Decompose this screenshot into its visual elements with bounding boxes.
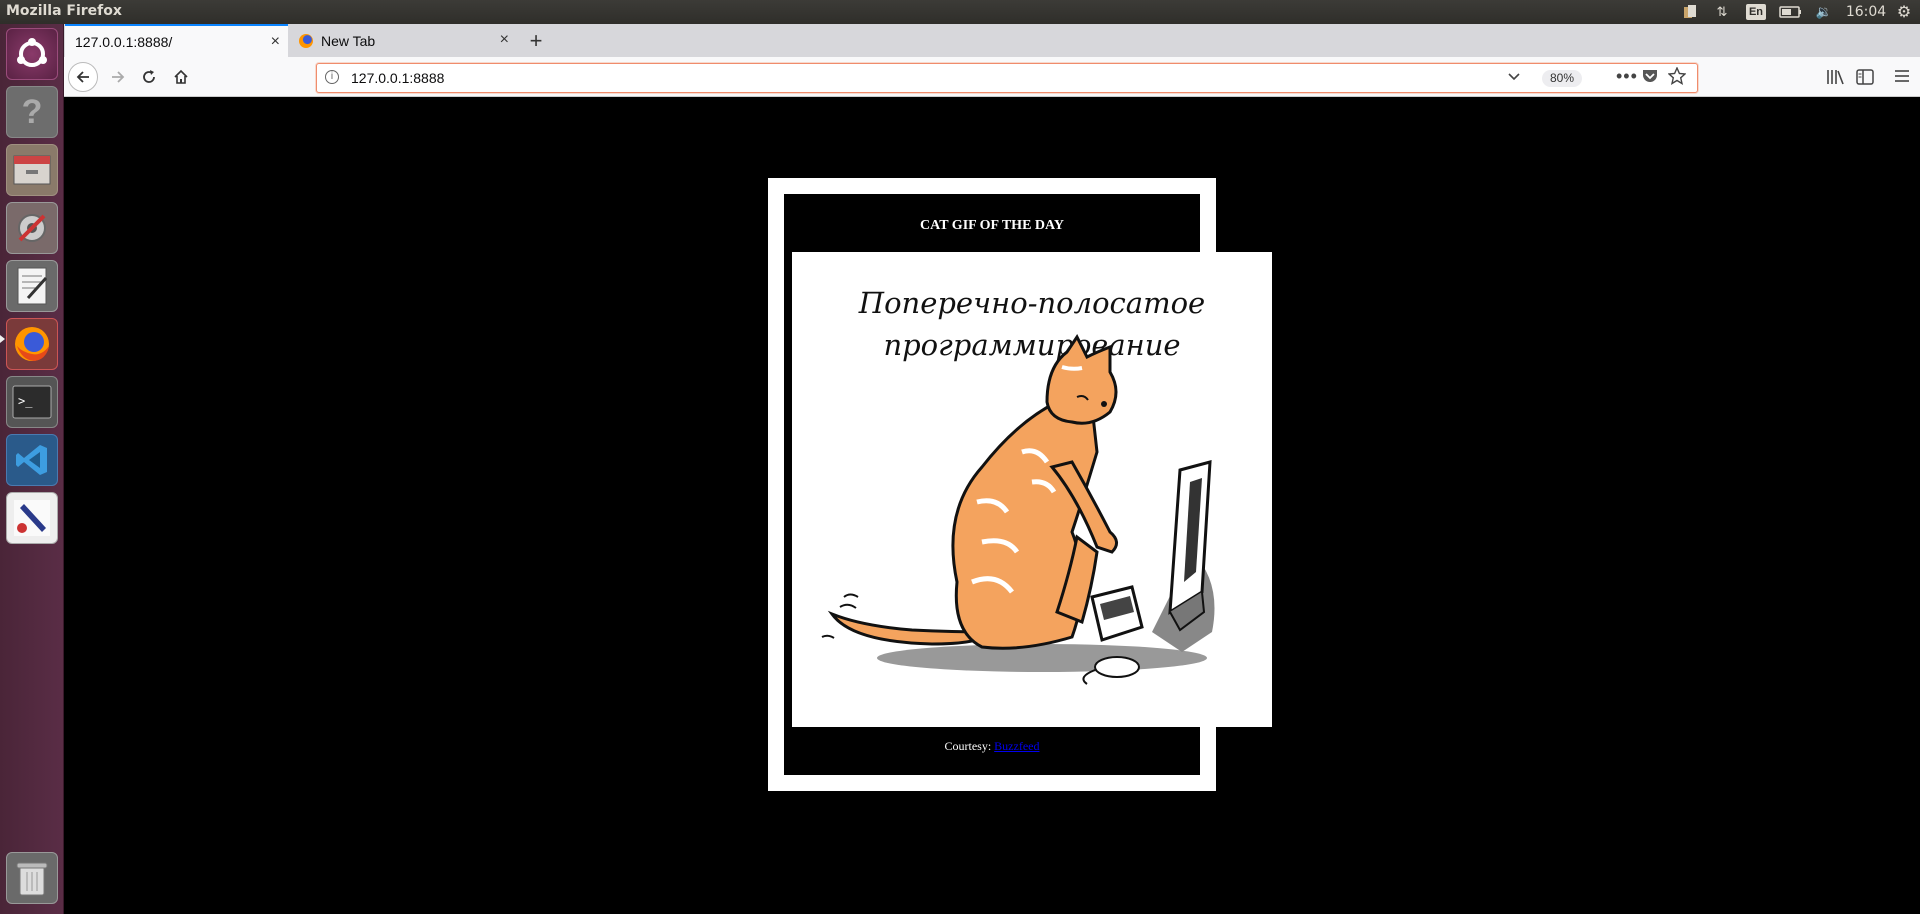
close-tab-icon[interactable]: × [500, 31, 509, 49]
courtesy-line: Courtesy: Buzzfeed [784, 739, 1200, 754]
help-icon[interactable]: ? [6, 86, 58, 138]
settings-icon[interactable] [6, 202, 58, 254]
courtesy-label: Courtesy: [944, 739, 992, 753]
firefox-favicon-icon [299, 33, 313, 48]
tab-label: New Tab [321, 32, 376, 49]
cat-illustration [821, 334, 1215, 685]
firefox-icon[interactable] [6, 318, 58, 370]
battery-icon[interactable] [1777, 2, 1805, 22]
bookmark-star-icon[interactable] [1667, 66, 1687, 88]
cat-gif: Поперечно-полосатое программирование [792, 252, 1272, 727]
clock[interactable]: 16:04 [1846, 2, 1886, 22]
keyboard-layout-label: En [1745, 4, 1767, 20]
close-tab-icon[interactable]: × [271, 33, 280, 51]
url-text[interactable]: 127.0.0.1:8888 [351, 70, 444, 86]
card-title: CAT GIF OF THE DAY [920, 218, 1064, 233]
volume-icon[interactable]: 🔉 [1813, 2, 1835, 22]
buzzfeed-link[interactable]: Buzzfeed [994, 739, 1039, 753]
launcher: ? >_ [0, 24, 64, 914]
clipboard-icon[interactable] [1680, 2, 1700, 22]
url-dropdown-icon[interactable] [1507, 69, 1521, 86]
svg-text:>_: >_ [18, 394, 33, 408]
sidebar-toggle-icon[interactable] [1856, 69, 1874, 88]
hamburger-menu-icon[interactable] [1894, 69, 1910, 86]
site-info-icon[interactable]: i [325, 70, 339, 84]
pocket-icon[interactable] [1642, 69, 1658, 86]
vscode-icon[interactable] [6, 434, 58, 486]
image-app-icon[interactable] [6, 492, 58, 544]
ubuntu-dash-icon[interactable] [6, 28, 58, 80]
tab-localhost[interactable]: 127.0.0.1:8888/ × [65, 24, 288, 57]
library-icon[interactable] [1826, 69, 1844, 88]
new-tab-button[interactable]: + [521, 24, 551, 57]
system-top-bar: Mozilla Firefox ⇅ En 🔉 16:04 ⚙ [0, 0, 1920, 24]
firefox-running-indicator [0, 335, 5, 343]
network-updown-icon[interactable]: ⇅ [1712, 2, 1732, 22]
files-icon[interactable] [6, 144, 58, 196]
terminal-icon[interactable]: >_ [6, 376, 58, 428]
nav-bar: i 127.0.0.1:8888 80% ••• [64, 57, 1920, 97]
forward-button[interactable] [103, 62, 133, 92]
tab-new-tab[interactable]: New Tab × [289, 24, 517, 57]
home-button[interactable] [166, 62, 196, 92]
keyboard-layout-indicator[interactable]: En [1743, 2, 1769, 22]
tab-label: 127.0.0.1:8888/ [75, 33, 173, 50]
tab-bar: 127.0.0.1:8888/ × New Tab × + [64, 24, 1920, 57]
page-actions-icon[interactable]: ••• [1616, 66, 1638, 87]
back-button[interactable] [68, 62, 98, 92]
reload-button[interactable] [134, 62, 164, 92]
system-gear-icon[interactable]: ⚙ [1893, 2, 1915, 22]
trash-icon[interactable] [6, 852, 58, 904]
window-title: Mozilla Firefox [6, 3, 122, 19]
zoom-indicator[interactable]: 80% [1542, 70, 1583, 87]
text-editor-icon[interactable] [6, 260, 58, 312]
url-bar[interactable]: i 127.0.0.1:8888 80% [316, 63, 1698, 93]
